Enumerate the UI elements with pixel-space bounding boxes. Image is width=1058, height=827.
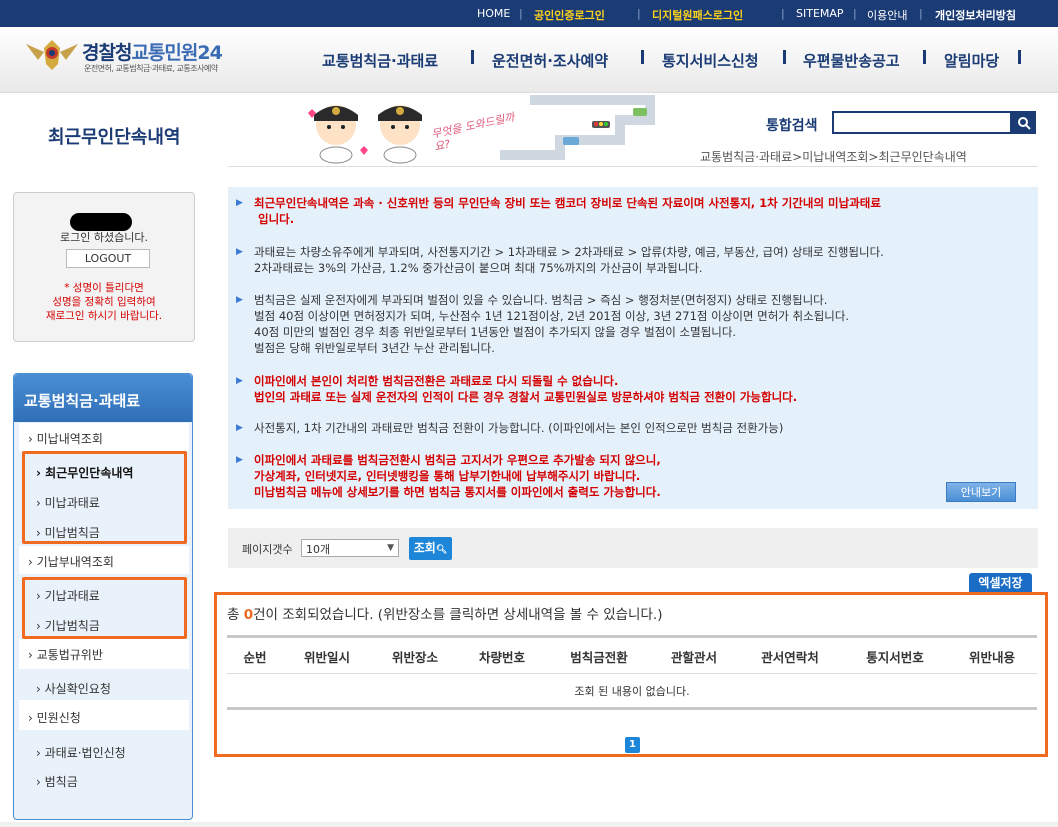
page-title: 최근무인단속내역	[48, 127, 181, 148]
logo-subtitle: 운전면허, 교통범칙금·과태료, 교통조사예약	[84, 64, 218, 73]
login-status-text: 로그인 하셨습니다.	[60, 231, 148, 244]
divider	[783, 50, 786, 64]
col-header-notice-no: 통지서번호	[866, 650, 924, 665]
divider	[923, 50, 926, 64]
divider: |	[637, 7, 641, 20]
site-logo[interactable]: 경찰청교통민원24 운전면허, 교통범칙금·과태료, 교통조사예약	[24, 38, 254, 78]
lnb-item-civil-request[interactable]: › 민원신청	[28, 709, 81, 726]
lnb-item-corporate-request[interactable]: › 과태료·법인신청	[36, 744, 126, 761]
logo-title: 경찰청교통민원24	[82, 42, 223, 64]
bullet-icon: ▶	[236, 423, 243, 433]
col-header-location: 위반장소	[391, 650, 439, 665]
chevron-down-icon: ▼	[387, 543, 394, 553]
lnb-item-unpaid-inquiry[interactable]: › 미납내역조회	[28, 430, 103, 447]
excel-save-button[interactable]: 엑셀저장	[969, 573, 1032, 594]
inquiry-button[interactable]: 조회🔍︎	[409, 537, 452, 560]
pagination-page-1[interactable]: 1	[625, 737, 640, 753]
divider: |	[919, 7, 923, 20]
divider	[227, 673, 1037, 674]
highlight-box	[22, 577, 187, 639]
col-header-contact: 관서연락처	[761, 650, 819, 665]
col-header-vehicle: 차량번호	[478, 650, 526, 665]
bullet-icon: ▶	[236, 455, 243, 465]
bullet-icon: ▶	[236, 376, 243, 386]
empty-result-message: 조회 된 내용이 없습니다.	[574, 685, 690, 698]
lnb-title: 교통범칙금·과태료	[14, 374, 192, 422]
col-header-seq: 순번	[243, 650, 267, 665]
guide-view-button[interactable]: 안내보기	[946, 482, 1016, 502]
result-count-text: 총 0건이 조회되었습니다. (위반장소를 클릭하면 상세내역을 볼 수 있습니…	[227, 607, 663, 623]
login-status-box: 로그인 하셨습니다. LOGOUT * 성명이 틀리다면 성명을 정확히 입력하…	[13, 192, 195, 342]
relogin-warning: * 성명이 틀리다면 성명을 정확히 입력하여 재로그인 하시기 바랍니다.	[45, 282, 163, 322]
home-link[interactable]: HOME	[477, 7, 510, 20]
divider	[471, 50, 474, 64]
integrated-search-input[interactable]	[832, 111, 1012, 134]
result-count: 0	[243, 607, 254, 623]
search-icon	[1018, 116, 1031, 130]
cert-login-link[interactable]: 공인인증로그인	[534, 7, 605, 23]
bullet-icon: ▶	[236, 198, 243, 208]
lnb-item-paid-inquiry[interactable]: › 기납부내역조회	[28, 553, 114, 570]
col-header-conversion: 범칙금전환	[570, 650, 628, 665]
col-header-jurisdiction: 관할관서	[670, 650, 718, 665]
divider	[1018, 50, 1021, 64]
gnb-notification-service[interactable]: 통지서비스신청	[662, 50, 759, 71]
divider	[227, 635, 1037, 638]
search-icon: 🔍︎	[435, 545, 448, 555]
bullet-icon: ▶	[236, 247, 243, 257]
gnb-notice-board[interactable]: 알림마당	[944, 50, 999, 71]
breadcrumb: 교통범칙금·과태료>미납내역조회>최근무인단속내역	[700, 150, 967, 164]
divider	[228, 166, 1038, 167]
gnb-returned-mail-notice[interactable]: 우편물반송공고	[803, 50, 900, 71]
sitemap-link[interactable]: SITEMAP	[796, 7, 844, 20]
page-size-select[interactable]: 10개 ▼	[301, 539, 399, 557]
col-header-violation: 위반내용	[968, 650, 1016, 665]
search-button[interactable]	[1012, 111, 1036, 134]
top-utility-bar: HOME | 공인인증로그인 | 디지털원패스로그인 | SITEMAP | 이…	[0, 0, 1058, 27]
divider: |	[519, 7, 523, 20]
col-header-datetime: 위반일시	[303, 650, 351, 665]
info-notice-panel: ▶ 최근무인단속내역은 과속 · 신호위반 등의 무인단속 장비 또는 캠코더 …	[228, 187, 1038, 509]
lnb-item-fine[interactable]: › 범칙금	[36, 773, 78, 790]
police-emblem-icon	[26, 40, 78, 70]
gnb-license-appointment[interactable]: 운전면허·조사예약	[492, 50, 608, 71]
divider	[641, 50, 644, 64]
gnb-fines-penalties[interactable]: 교통범칙금·과태료	[322, 50, 438, 71]
page-size-label: 페이지갯수	[242, 543, 293, 556]
bullet-icon: ▶	[236, 295, 243, 305]
highlight-box	[22, 451, 187, 544]
usage-guide-link[interactable]: 이용안내	[867, 7, 907, 23]
lnb-item-fact-check[interactable]: › 사실확인요청	[36, 680, 111, 697]
divider: |	[781, 7, 785, 20]
footer-line	[0, 822, 1058, 827]
divider	[227, 707, 1037, 710]
lnb-item-traffic-violation[interactable]: › 교통법규위반	[28, 646, 103, 663]
divider: |	[853, 7, 857, 20]
privacy-policy-link[interactable]: 개인정보처리방침	[935, 7, 1016, 23]
integrated-search-label: 통합검색	[766, 118, 818, 134]
logout-button[interactable]: LOGOUT	[66, 249, 150, 268]
digital-onepass-login-link[interactable]: 디지털원패스로그인	[652, 7, 743, 23]
